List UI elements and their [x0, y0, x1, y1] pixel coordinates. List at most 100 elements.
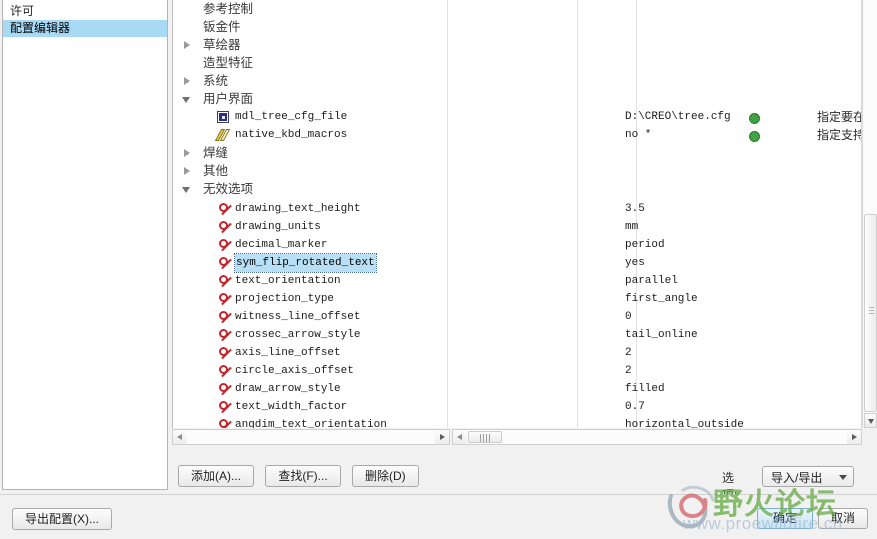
option-row[interactable]: circle_axis_offset 2 [173, 362, 861, 380]
no-entry-icon [219, 365, 228, 374]
tree-category-label: 其他 [203, 164, 229, 178]
expand-collapse-icon[interactable] [182, 180, 191, 198]
expand-collapse-icon[interactable] [184, 162, 193, 180]
option-row[interactable]: drawing_units mm [173, 218, 861, 236]
scroll-down-button[interactable] [864, 413, 877, 428]
category-list: 许可 配置编辑器 [3, 3, 167, 37]
tree-category-label: 造型特征 [203, 56, 254, 70]
option-description: 指定支持用本国语言 (例如，德语) 写 [817, 128, 862, 142]
option-value: parallel [625, 275, 678, 287]
tree-row-category[interactable]: 系统 [173, 72, 861, 90]
import-export-dropdown[interactable]: 导入/导出 [762, 466, 854, 487]
option-name: projection_type [235, 293, 335, 305]
option-row[interactable]: mdl_tree_cfg_file D:\CREO\tree.cfg 指定要在启… [173, 108, 861, 126]
option-name: witness_line_offset [235, 311, 361, 323]
scroll-left-button[interactable] [173, 430, 187, 444]
option-value: 3.5 [625, 203, 645, 215]
option-name: draw_arrow_style [235, 383, 341, 395]
dialog-body: 许可 配置编辑器 参考控制 钣金件 草绘器 造型特征 系统 用户界面 mdl_t… [0, 0, 877, 502]
option-row[interactable]: decimal_marker period [173, 236, 861, 254]
option-name: drawing_units [235, 221, 321, 233]
no-entry-icon [219, 275, 228, 284]
vertical-scrollbar[interactable] [862, 0, 877, 428]
delete-button[interactable]: 删除(D) [352, 465, 419, 487]
option-row[interactable]: text_width_factor 0.7 [173, 398, 861, 416]
tree-category-label: 无效选项 [203, 182, 254, 196]
tree-row-category[interactable]: 钣金件 [173, 18, 861, 36]
import-export-value: 导入/导出 [771, 471, 823, 485]
option-action-toolbar: 添加(A)... 查找(F)... 删除(D) [178, 465, 478, 491]
option-row[interactable]: draw_arrow_style filled [173, 380, 861, 398]
sidebar-item-config-editor[interactable]: 配置编辑器 [3, 20, 167, 37]
no-entry-icon [219, 401, 228, 410]
option-value: 2 [625, 365, 632, 377]
option-name: drawing_text_height [235, 203, 361, 215]
status-indicator-icon [749, 131, 760, 142]
expand-collapse-icon[interactable] [182, 90, 191, 108]
option-name: native_kbd_macros [235, 129, 348, 141]
cancel-button[interactable]: 取消 [818, 508, 868, 529]
option-value: no * [625, 129, 652, 141]
option-row[interactable]: crossec_arrow_style tail_online [173, 326, 861, 344]
window-icon [217, 111, 229, 123]
scroll-right-button[interactable] [435, 430, 449, 444]
add-button[interactable]: 添加(A)... [178, 465, 254, 487]
option-row[interactable]: drawing_text_height 3.5 [173, 200, 861, 218]
config-editor-dialog: 许可 配置编辑器 参考控制 钣金件 草绘器 造型特征 系统 用户界面 mdl_t… [0, 0, 877, 539]
category-list-panel: 许可 配置编辑器 [2, 0, 168, 490]
expand-collapse-icon[interactable] [184, 36, 193, 54]
export-config-button[interactable]: 导出配置(X)... [12, 508, 112, 530]
scrollbar-thumb[interactable] [864, 214, 877, 412]
option-name: axis_line_offset [235, 347, 341, 359]
tree-row-category[interactable]: 造型特征 [173, 54, 861, 72]
tree-category-label: 草绘器 [203, 38, 241, 52]
find-button[interactable]: 查找(F)... [265, 465, 341, 487]
no-entry-icon [219, 239, 228, 248]
expand-collapse-icon[interactable] [184, 72, 193, 90]
tree-category-label: 用户界面 [203, 92, 254, 106]
scroll-right-button[interactable] [847, 430, 861, 444]
option-row[interactable]: native_kbd_macros no * 指定支持用本国语言 (例如，德语)… [173, 126, 862, 144]
options-area: 参考控制 钣金件 草绘器 造型特征 系统 用户界面 mdl_tree_cfg_f… [172, 0, 877, 462]
option-name: crossec_arrow_style [235, 329, 361, 341]
tree-row-category[interactable]: 焊缝 [173, 144, 861, 162]
tree-row-category[interactable]: 用户界面 [173, 90, 861, 108]
option-name[interactable]: sym_flip_rotated_text [234, 253, 377, 273]
no-entry-icon [219, 329, 228, 338]
option-value: tail_online [625, 329, 698, 341]
expand-collapse-icon[interactable] [184, 144, 193, 162]
option-value: first_angle [625, 293, 698, 305]
tree-row-category[interactable]: 参考控制 [173, 0, 861, 18]
options-tree-view[interactable]: 参考控制 钣金件 草绘器 造型特征 系统 用户界面 mdl_tree_cfg_f… [172, 0, 862, 428]
scrollbar-thumb[interactable] [468, 431, 502, 443]
ok-button[interactable]: 确定 [757, 508, 813, 529]
option-row[interactable]: projection_type first_angle [173, 290, 861, 308]
lightning-icon [217, 129, 229, 141]
tree-row-category[interactable]: 其他 [173, 162, 861, 180]
option-row[interactable]: witness_line_offset 0 [173, 308, 861, 326]
option-row[interactable]: text_orientation parallel [173, 272, 861, 290]
no-entry-icon [219, 293, 228, 302]
tree-row-category[interactable]: 无效选项 [173, 180, 861, 198]
option-value: 0 [625, 311, 632, 323]
scroll-left-button[interactable] [453, 430, 467, 444]
option-row[interactable]: axis_line_offset 2 [173, 344, 861, 362]
option-name: circle_axis_offset [235, 365, 354, 377]
option-row[interactable]: angdim_text_orientation horizontal_outsi… [173, 416, 861, 428]
tree-category-label: 钣金件 [203, 20, 241, 34]
option-name: angdim_text_orientation [235, 419, 387, 428]
no-entry-icon [219, 203, 228, 212]
option-row-selected[interactable]: sym_flip_rotated_text yes [173, 253, 861, 273]
horizontal-scrollbar-left[interactable] [172, 429, 450, 445]
scrollbar-grip-icon [480, 434, 490, 442]
sidebar-item-license[interactable]: 许可 [3, 3, 167, 20]
tree-category-label: 参考控制 [203, 2, 254, 16]
dialog-footer: 导出配置(X)... 确定 取消 [0, 495, 877, 539]
horizontal-scrollbar-right[interactable] [452, 429, 862, 445]
option-name: text_width_factor [235, 401, 348, 413]
tree-row-category[interactable]: 草绘器 [173, 36, 861, 54]
tree-category-label: 系统 [203, 74, 229, 88]
no-entry-icon [219, 419, 228, 428]
option-name: decimal_marker [235, 239, 328, 251]
horizontal-scrollbars [172, 429, 877, 446]
